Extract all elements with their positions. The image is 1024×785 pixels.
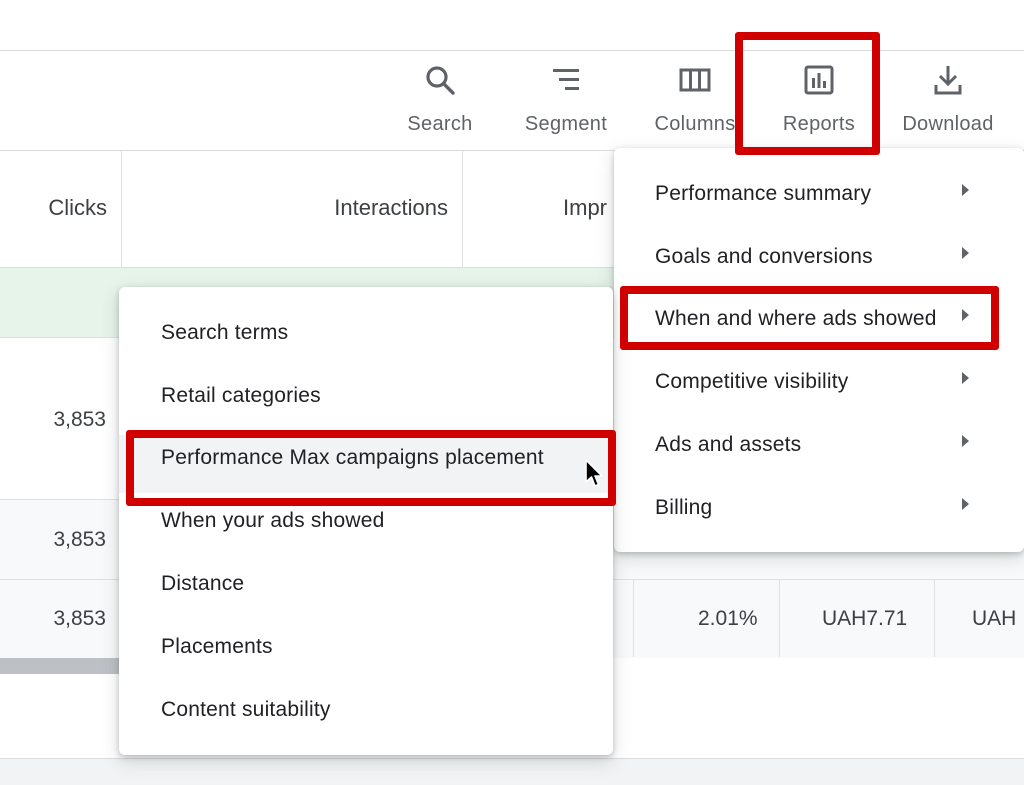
submenu-item-placements[interactable]: Placements bbox=[119, 635, 613, 659]
menu-item-label: Billing bbox=[655, 496, 713, 519]
column-divider bbox=[934, 579, 935, 657]
menu-item-label: Ads and assets bbox=[655, 433, 802, 456]
segment-icon bbox=[553, 69, 579, 90]
menu-item-competitive-visibility[interactable]: Competitive visibility bbox=[614, 370, 1024, 394]
menu-item-label: Goals and conversions bbox=[655, 245, 873, 268]
segment-button[interactable]: Segment bbox=[511, 63, 621, 136]
submenu-item-distance[interactable]: Distance bbox=[119, 572, 613, 596]
column-divider bbox=[633, 579, 634, 657]
cost-cell: UAH bbox=[972, 607, 1017, 630]
column-header-clicks-label: Clicks bbox=[48, 195, 107, 220]
chevron-right-icon bbox=[962, 372, 969, 384]
highlight-box-when-and-where bbox=[620, 286, 999, 350]
columns-button[interactable]: Columns bbox=[640, 63, 750, 136]
submenu-when-and-where: Search terms Retail categories Performan… bbox=[119, 287, 613, 755]
download-button[interactable]: Download bbox=[893, 63, 1003, 136]
columns-icon bbox=[679, 68, 711, 92]
menu-item-goals-and-conversions[interactable]: Goals and conversions bbox=[614, 245, 1024, 269]
avg-cpc-cell: UAH7.71 bbox=[822, 607, 908, 630]
horizontal-scrollbar[interactable] bbox=[0, 658, 130, 674]
submenu-item-label: Search terms bbox=[161, 321, 289, 344]
search-icon bbox=[426, 66, 455, 95]
menu-item-performance-summary[interactable]: Performance summary bbox=[614, 182, 1024, 206]
highlight-box-reports bbox=[735, 32, 880, 155]
column-header-interactions[interactable]: Interactions bbox=[122, 151, 463, 267]
search-button[interactable]: Search bbox=[385, 63, 495, 136]
column-header-impressions-label: Impr bbox=[563, 195, 607, 220]
chevron-right-icon bbox=[962, 435, 969, 447]
clicks-cell: 3,853 bbox=[53, 528, 106, 551]
chevron-right-icon bbox=[962, 247, 969, 259]
download-icon bbox=[934, 66, 962, 95]
columns-button-label: Columns bbox=[654, 113, 736, 135]
search-button-label: Search bbox=[407, 113, 473, 135]
submenu-item-label: Retail categories bbox=[161, 384, 321, 407]
menu-item-label: Performance summary bbox=[655, 182, 872, 205]
column-header-clicks[interactable]: Clicks bbox=[0, 151, 122, 267]
submenu-item-label: When your ads showed bbox=[161, 509, 385, 532]
chevron-right-icon bbox=[962, 184, 969, 196]
submenu-item-retail-categories[interactable]: Retail categories bbox=[119, 384, 613, 408]
highlight-box-pmax-placement bbox=[126, 430, 616, 506]
segment-button-label: Segment bbox=[524, 113, 608, 135]
column-header-interactions-label: Interactions bbox=[334, 195, 448, 220]
column-header-impressions[interactable]: Impr bbox=[463, 151, 633, 267]
menu-item-label: Competitive visibility bbox=[655, 370, 849, 393]
column-divider bbox=[779, 579, 780, 657]
bottom-band bbox=[0, 758, 1024, 785]
download-button-label: Download bbox=[902, 113, 994, 135]
clicks-cell: 3,853 bbox=[53, 607, 106, 630]
menu-item-billing[interactable]: Billing bbox=[614, 496, 1024, 520]
mouse-pointer-icon bbox=[585, 459, 603, 487]
submenu-item-content-suitability[interactable]: Content suitability bbox=[119, 698, 613, 722]
ctr-cell: 2.01% bbox=[698, 607, 758, 630]
chevron-right-icon bbox=[962, 498, 969, 510]
menu-item-ads-and-assets[interactable]: Ads and assets bbox=[614, 433, 1024, 457]
submenu-item-when-your-ads-showed[interactable]: When your ads showed bbox=[119, 509, 613, 533]
submenu-item-label: Placements bbox=[161, 635, 273, 658]
submenu-item-label: Content suitability bbox=[161, 698, 331, 721]
submenu-item-search-terms[interactable]: Search terms bbox=[119, 321, 613, 345]
clicks-cell: 3,853 bbox=[53, 408, 106, 431]
reports-menu: Performance summary Goals and conversion… bbox=[614, 148, 1024, 552]
submenu-item-label: Distance bbox=[161, 572, 245, 595]
